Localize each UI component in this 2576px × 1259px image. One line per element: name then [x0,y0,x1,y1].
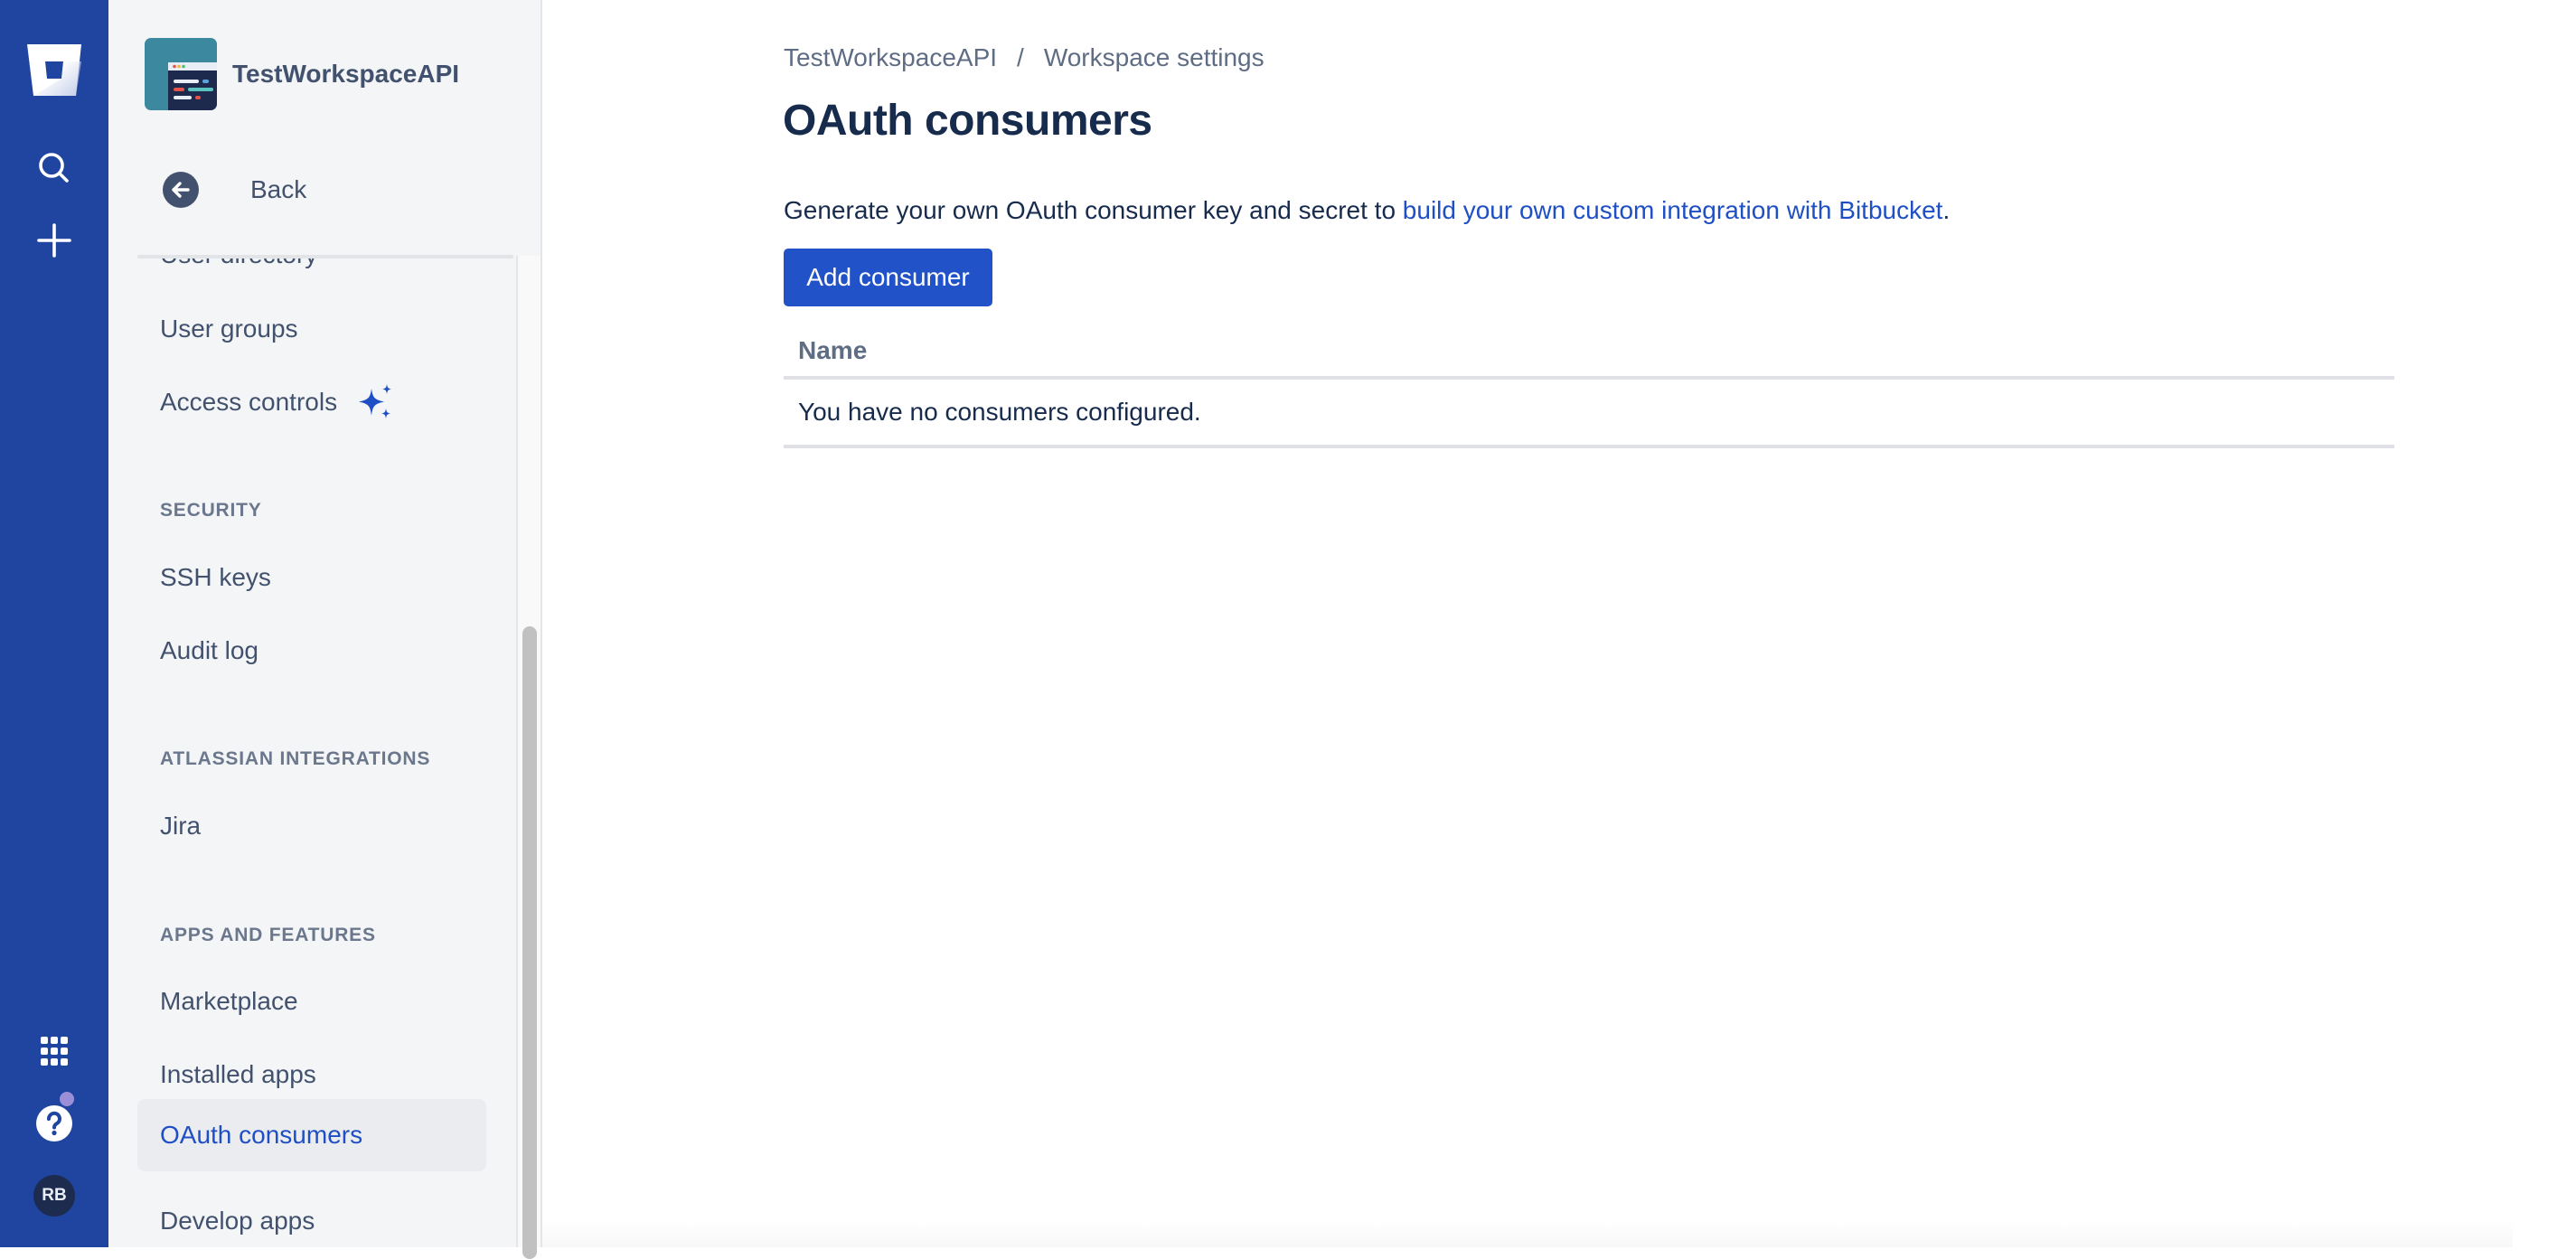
breadcrumb-separator: / [1017,43,1024,71]
empty-state-message: You have no consumers configured. [798,398,1201,426]
main-content [542,0,2576,1247]
settings-sidebar: TestWorkspaceAPI Back User directory Use… [108,0,542,1247]
global-nav-rail: RB [0,0,108,1247]
search-icon[interactable] [0,145,108,192]
sidebar-item-access-controls[interactable]: Access controls [137,366,486,438]
sidebar-item-label: User groups [160,315,298,343]
help-icon[interactable] [0,1099,108,1148]
back-button[interactable]: Back [163,170,306,210]
sidebar-nav: User directory User groups Access contro… [108,256,517,1247]
sidebar-item-label: Audit log [160,636,259,664]
sidebar-item-audit-log[interactable]: Audit log [137,615,486,687]
bottom-shadow [542,1220,2513,1247]
sidebar-item-user-directory[interactable]: User directory [137,256,486,291]
workspace-avatar-icon [145,38,217,110]
page-title: OAuth consumers [783,97,1152,145]
custom-integration-link[interactable]: build your own custom integration with B… [1403,196,1943,224]
bitbucket-logo-icon[interactable] [0,40,108,101]
breadcrumb: TestWorkspaceAPI / Workspace settings [784,43,1264,72]
notification-dot [60,1092,74,1106]
description-suffix: . [1942,196,1951,224]
create-icon[interactable] [0,217,108,264]
sidebar-item-label: Develop apps [160,1207,315,1235]
sparkle-icon [357,383,395,421]
workspace-header[interactable]: TestWorkspaceAPI [145,38,459,110]
sidebar-divider [137,255,513,258]
table-empty-row: You have no consumers configured. [784,380,2394,448]
workspace-name: TestWorkspaceAPI [232,60,460,88]
breadcrumb-workspace-settings[interactable]: Workspace settings [1044,43,1264,72]
avatar: RB [33,1175,75,1217]
sidebar-item-oauth-consumers[interactable]: OAuth consumers [137,1099,486,1171]
sidebar-item-jira[interactable]: Jira [137,790,486,862]
breadcrumb-workspace[interactable]: TestWorkspaceAPI [784,43,997,72]
section-heading-atlassian-integrations: ATLASSIAN INTEGRATIONS [160,748,431,769]
section-heading-security: SECURITY [160,500,262,521]
description-text: Generate your own OAuth consumer key and… [784,196,1403,224]
sidebar-item-label: Access controls [160,388,338,416]
section-heading-apps-and-features: APPS AND FEATURES [160,925,376,945]
sidebar-item-label: Marketplace [160,987,298,1015]
sidebar-item-label: OAuth consumers [160,1121,363,1149]
sidebar-item-marketplace[interactable]: Marketplace [137,965,486,1038]
back-label: Back [250,175,307,203]
column-name-label: Name [798,336,868,364]
sidebar-item-user-groups[interactable]: User groups [137,293,486,365]
arrow-left-icon [163,172,199,208]
table-header-name: Name [784,325,2394,380]
add-consumer-button[interactable]: Add consumer [784,249,992,306]
sidebar-item-label: Jira [160,812,202,840]
consumers-table: Name You have no consumers configured. [784,325,2394,448]
sidebar-item-label: Installed apps [160,1060,316,1088]
sidebar-item-ssh-keys[interactable]: SSH keys [137,541,486,614]
page-description: Generate your own OAuth consumer key and… [784,196,1950,225]
app-switcher-icon[interactable] [0,1030,108,1072]
sidebar-item-label: SSH keys [160,563,271,591]
profile-button[interactable]: RB [0,1173,108,1218]
sidebar-item-develop-apps[interactable]: Develop apps [137,1185,486,1247]
sidebar-scrollbar-thumb[interactable] [522,626,537,1259]
